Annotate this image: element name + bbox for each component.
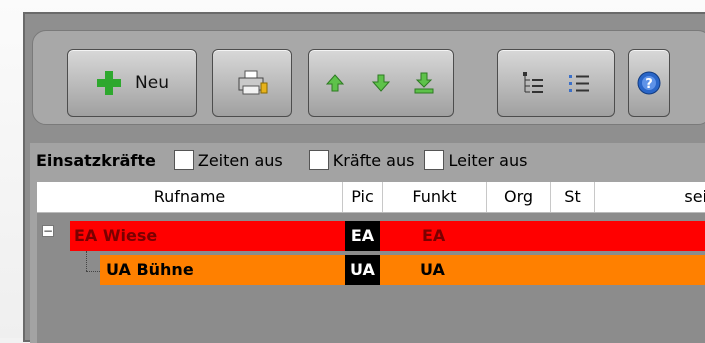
tree-connector (86, 251, 87, 271)
row-pic: UA (345, 255, 380, 285)
arrow-up-icon (325, 74, 345, 92)
checkbox-box[interactable] (173, 150, 194, 170)
checkbox-label: Kräfte aus (332, 150, 415, 170)
arrow-down-button[interactable] (370, 72, 400, 94)
tree-view-icon (523, 72, 543, 93)
row-funkt: UA (420, 260, 445, 279)
row-funkt: EA (422, 226, 446, 245)
options-row: Einsatzkräfte Zeiten aus Kräfte aus Leit… (36, 148, 537, 172)
leiter-aus-checkbox[interactable]: Leiter aus (424, 150, 527, 170)
table-row[interactable]: EA Wiese EA EA (70, 221, 705, 251)
kraefte-aus-checkbox[interactable]: Kräfte aus (308, 150, 415, 170)
new-button-label: Neu (135, 73, 169, 93)
section-title: Einsatzkräfte (36, 150, 156, 170)
tree-view-button[interactable] (521, 70, 545, 96)
tree-connector (86, 271, 100, 272)
list-view-button[interactable] (567, 70, 591, 96)
help-button[interactable]: ? (628, 49, 670, 117)
checkbox-box[interactable] (424, 150, 445, 170)
printer-icon (235, 69, 269, 97)
checkbox-box[interactable] (308, 150, 329, 170)
column-header-funkt[interactable]: Funkt (383, 182, 487, 212)
arrow-up-button[interactable] (324, 72, 354, 94)
column-header-pic[interactable]: Pic (343, 182, 383, 212)
column-header-sei[interactable]: sei (595, 182, 705, 212)
checkbox-label: Zeiten aus (197, 150, 283, 170)
plus-icon (95, 69, 123, 97)
help-icon: ? (636, 70, 662, 96)
svg-text:?: ? (645, 77, 653, 92)
arrow-down-icon (371, 74, 391, 92)
column-header-st[interactable]: St (551, 182, 595, 212)
collapse-toggle[interactable]: − (42, 225, 54, 237)
row-name: EA Wiese (74, 226, 158, 245)
table-header: Rufname Pic Funkt Org St sei (37, 182, 705, 213)
column-header-org[interactable]: Org (487, 182, 551, 212)
row-pic: EA (345, 221, 380, 251)
view-buttons-group (497, 49, 615, 117)
move-buttons-group (308, 49, 454, 117)
checkbox-label: Leiter aus (448, 150, 528, 170)
move-to-bottom-button[interactable] (412, 71, 442, 95)
arrow-down-to-line-icon (414, 72, 434, 94)
print-button[interactable] (212, 49, 292, 117)
column-header-rufname[interactable]: Rufname (37, 182, 343, 212)
table-row[interactable]: UA Bühne UA UA (100, 255, 705, 285)
new-button[interactable]: Neu (67, 49, 197, 117)
list-view-icon (569, 75, 589, 92)
zeiten-aus-checkbox[interactable]: Zeiten aus (173, 150, 283, 170)
row-name: UA Bühne (106, 260, 194, 279)
